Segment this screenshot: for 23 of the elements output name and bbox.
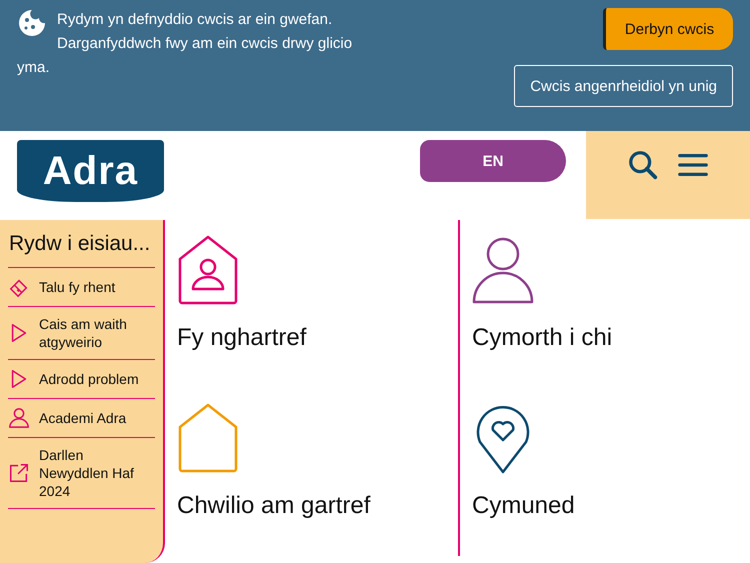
category-tile[interactable]: Fy nghartref xyxy=(165,220,458,388)
sidebar-link[interactable]: Academi Adra xyxy=(8,398,155,437)
search-icon[interactable] xyxy=(627,149,659,181)
cookie-message: Rydym yn defnyddio cwcis ar ein gwefan. Darganfyddwch fwy am ein cwcis drwy glicio yma. xyxy=(17,8,377,80)
tile-title: Chwilio am gartref xyxy=(177,492,372,520)
logo[interactable]: Adra xyxy=(17,140,164,202)
cookie-icon xyxy=(17,8,47,38)
category-tile[interactable]: Cymorth i chi xyxy=(458,220,750,388)
sidebar-link[interactable]: Darllen Newyddlen Haf 2024 xyxy=(8,437,155,509)
tile-title: Cymorth i chi xyxy=(472,324,614,352)
sidebar-link[interactable]: Talu fy rhent xyxy=(8,267,155,306)
sidebar-title: Rydw i eisiau... xyxy=(9,231,152,257)
sidebar-link[interactable]: Cais am waith atgyweirio xyxy=(8,306,155,359)
category-tile[interactable]: Chwilio am gartref xyxy=(165,388,458,556)
sidebar-link[interactable]: Adrodd problem xyxy=(8,359,155,398)
language-button[interactable]: EN xyxy=(420,140,566,182)
necessary-only-button[interactable]: Cwcis angenrheidiol yn unig xyxy=(514,65,733,107)
tile-title: Fy nghartref xyxy=(177,324,308,352)
external-link-icon xyxy=(8,462,30,484)
category-tile[interactable]: Cymuned xyxy=(458,388,750,556)
person-icon xyxy=(8,407,30,429)
accept-button[interactable]: Derbyn cwcis xyxy=(603,8,733,50)
tile-title: Cymuned xyxy=(472,492,576,520)
